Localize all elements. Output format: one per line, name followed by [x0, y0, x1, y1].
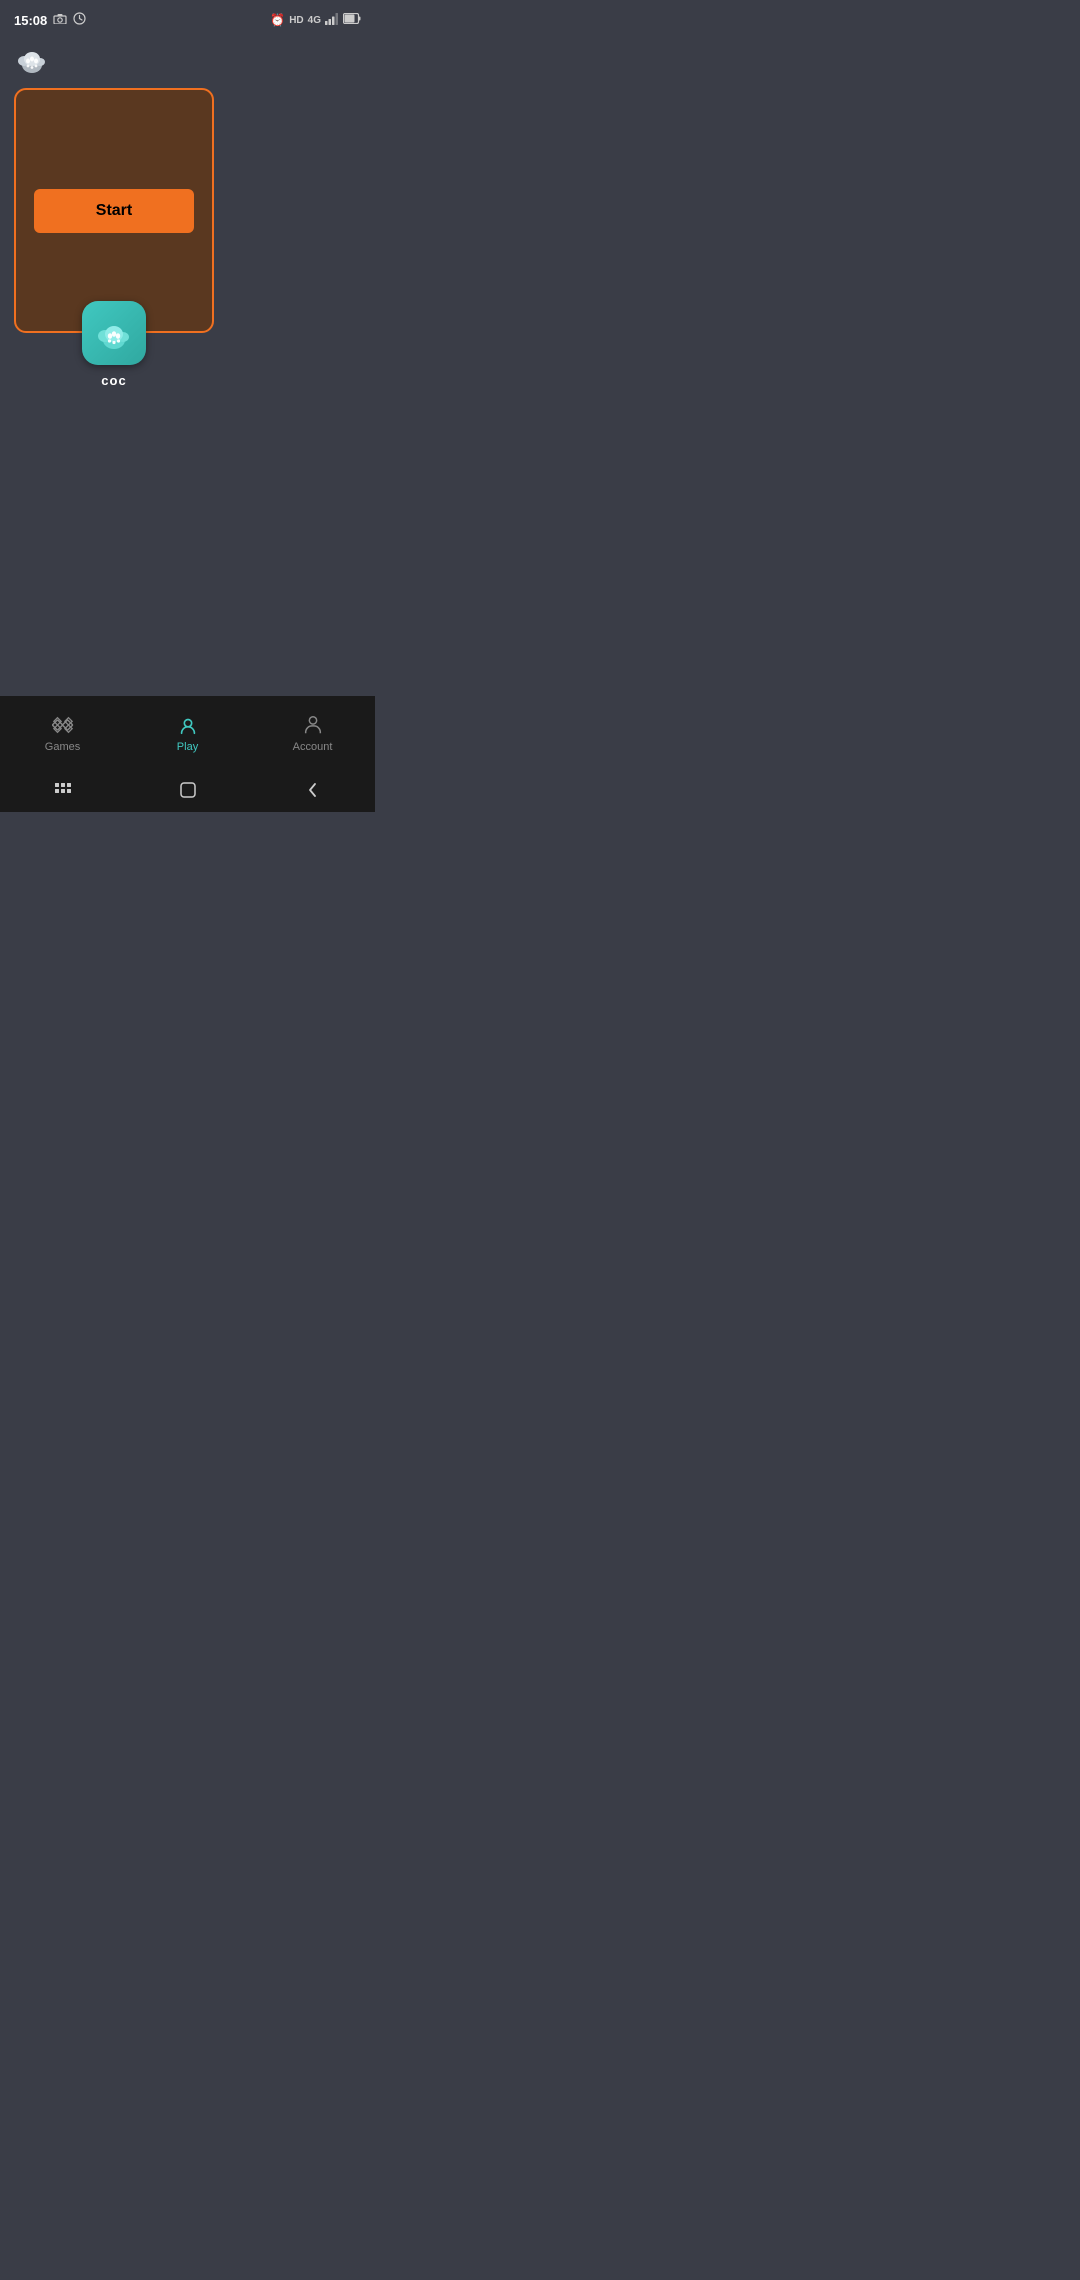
bottom-nav: Games Play Account [0, 696, 375, 768]
account-icon [300, 712, 326, 738]
hd-label: HD [289, 15, 303, 26]
signal-icon [325, 13, 339, 28]
play-label: Play [177, 741, 198, 753]
nav-item-play[interactable]: Play [125, 704, 250, 761]
account-label: Account [293, 741, 333, 753]
photo-status-icon [53, 13, 67, 27]
app-header [0, 36, 375, 84]
main-content: Start coc [0, 84, 375, 696]
status-right: ⏰ HD 4G [270, 13, 361, 28]
nav-item-account[interactable]: Account [250, 704, 375, 761]
status-left: 15:08 [14, 12, 86, 28]
game-icon-container[interactable] [82, 301, 146, 365]
battery-icon [343, 13, 361, 27]
status-time: 15:08 [14, 13, 47, 28]
games-icon [50, 712, 76, 738]
4g-label: 4G [308, 15, 321, 26]
status-bar: 15:08 ⏰ HD 4G [0, 0, 375, 36]
app-logo [14, 40, 50, 76]
play-icon [175, 712, 201, 738]
history-status-icon [73, 12, 86, 28]
games-label: Games [45, 741, 80, 753]
recent-apps-button[interactable] [43, 770, 83, 810]
home-button[interactable] [168, 770, 208, 810]
alarm-icon: ⏰ [270, 13, 285, 27]
android-nav-bar [0, 768, 375, 812]
game-card-wrapper: Start coc [14, 88, 214, 388]
game-card: Start [14, 88, 214, 333]
start-button[interactable]: Start [34, 189, 194, 233]
back-button[interactable] [293, 770, 333, 810]
game-label: coc [101, 373, 126, 388]
nav-item-games[interactable]: Games [0, 704, 125, 761]
